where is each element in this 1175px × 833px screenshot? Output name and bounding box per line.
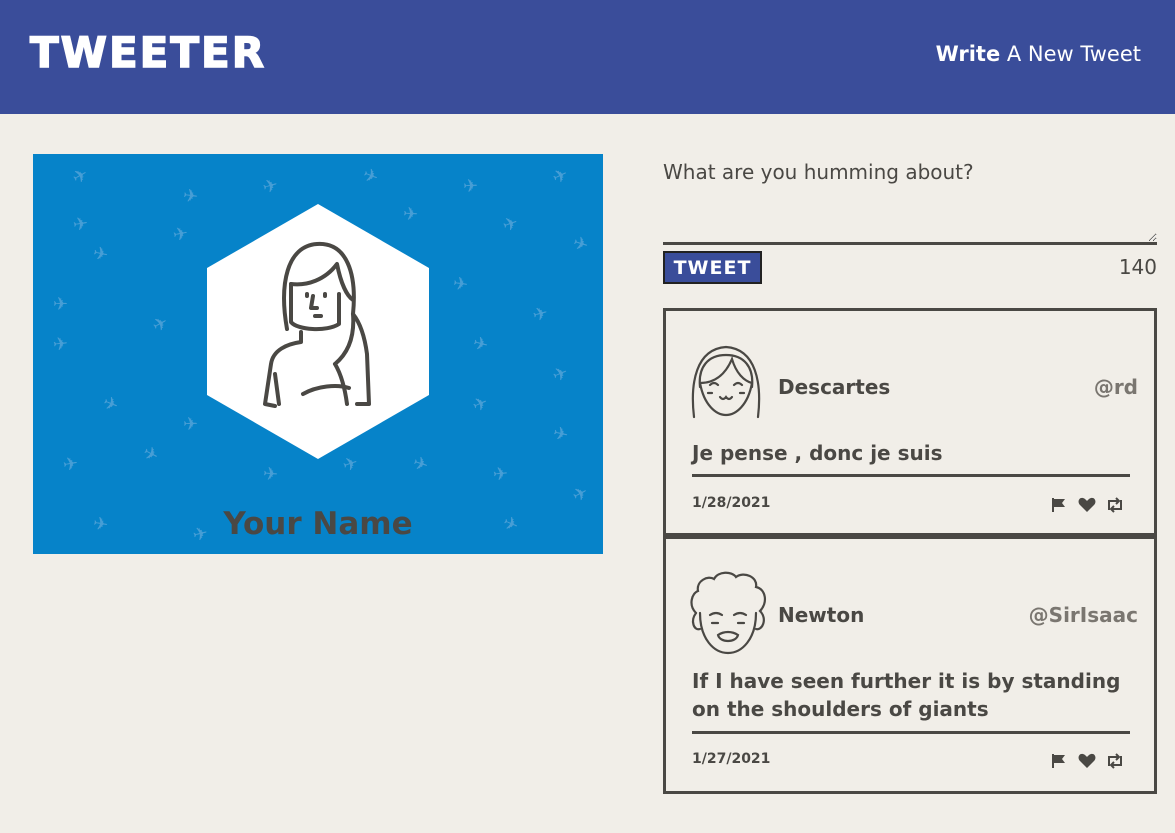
tweet-divider: [692, 731, 1130, 734]
bird-pattern-icon: ✈: [171, 222, 190, 247]
tweet-card: Newton @SirIsaac If I have seen further …: [663, 536, 1157, 794]
bird-pattern-icon: ✈: [68, 163, 93, 190]
tweet-date: 1/27/2021: [692, 751, 771, 767]
bird-pattern-icon: ✈: [61, 452, 80, 477]
bird-pattern-icon: ✈: [549, 361, 572, 388]
tweet-author-handle: @rd: [1093, 375, 1138, 399]
flag-icon[interactable]: [1050, 753, 1068, 769]
bird-pattern-icon: ✈: [549, 163, 572, 190]
tweet-author-name: Newton: [778, 603, 865, 627]
tweet-divider: [692, 474, 1130, 477]
flag-icon[interactable]: [1050, 497, 1068, 513]
tweet-date: 1/28/2021: [692, 495, 771, 511]
tweet-input[interactable]: [663, 150, 1157, 245]
tweet-author-handle: @SirIsaac: [1028, 603, 1138, 627]
profile-card: ✈✈✈✈✈✈✈✈✈✈✈✈✈✈✈✈✈✈✈✈✈✈✈✈✈✈✈✈✈✈✈✈✈✈ Your …: [33, 154, 603, 554]
newton-avatar-icon: [690, 571, 766, 655]
heart-icon[interactable]: [1078, 497, 1096, 513]
tweet-card: Descartes @rd Je pense , donc je suis 1/…: [663, 308, 1157, 536]
compose-form: TWEET 140: [663, 150, 1157, 284]
bird-pattern-icon: ✈: [568, 481, 593, 508]
bird-pattern-icon: ✈: [550, 422, 571, 447]
tweet-button[interactable]: TWEET: [663, 251, 762, 284]
bird-pattern-icon: ✈: [51, 333, 70, 356]
bird-pattern-icon: ✈: [451, 273, 470, 296]
bird-pattern-icon: ✈: [470, 332, 491, 357]
bird-pattern-icon: ✈: [90, 242, 111, 267]
bird-pattern-icon: ✈: [499, 212, 522, 237]
tweet-actions: [1050, 753, 1124, 769]
top-nav: TWEETER Write A New Tweet: [0, 0, 1175, 114]
write-new-tweet-bold: Write: [935, 42, 1001, 66]
profile-name: Your Name: [223, 506, 413, 542]
bird-pattern-icon: ✈: [492, 463, 509, 486]
bird-pattern-icon: ✈: [469, 391, 492, 418]
character-counter: 140: [1118, 255, 1157, 279]
retweet-icon[interactable]: [1106, 753, 1124, 769]
bird-pattern-icon: ✈: [71, 212, 90, 237]
bird-pattern-icon: ✈: [182, 413, 199, 436]
brand-logo[interactable]: TWEETER: [29, 27, 266, 78]
bird-pattern-icon: ✈: [99, 391, 122, 418]
bird-pattern-icon: ✈: [262, 463, 279, 486]
bird-pattern-icon: ✈: [570, 232, 591, 257]
profile-avatar-hexagon: [207, 204, 429, 459]
write-new-tweet-rest: A New Tweet: [1000, 42, 1141, 66]
tweet-actions: [1050, 497, 1124, 513]
bird-pattern-icon: ✈: [181, 185, 200, 208]
write-new-tweet-link[interactable]: Write A New Tweet: [936, 42, 1141, 66]
heart-icon[interactable]: [1078, 753, 1096, 769]
tweet-content: Je pense , donc je suis: [692, 441, 943, 465]
bird-pattern-icon: ✈: [260, 174, 281, 199]
bird-pattern-icon: ✈: [148, 311, 173, 338]
bird-pattern-icon: ✈: [359, 163, 382, 190]
bird-pattern-icon: ✈: [530, 302, 551, 327]
bird-pattern-icon: ✈: [139, 441, 163, 468]
tweet-author-name: Descartes: [778, 375, 891, 399]
tweet-content: If I have seen further it is by standing…: [692, 669, 1121, 721]
bird-pattern-icon: ✈: [53, 294, 69, 315]
descartes-avatar-icon: [691, 345, 761, 419]
retweet-icon[interactable]: [1106, 497, 1124, 513]
bird-pattern-icon: ✈: [462, 175, 479, 198]
